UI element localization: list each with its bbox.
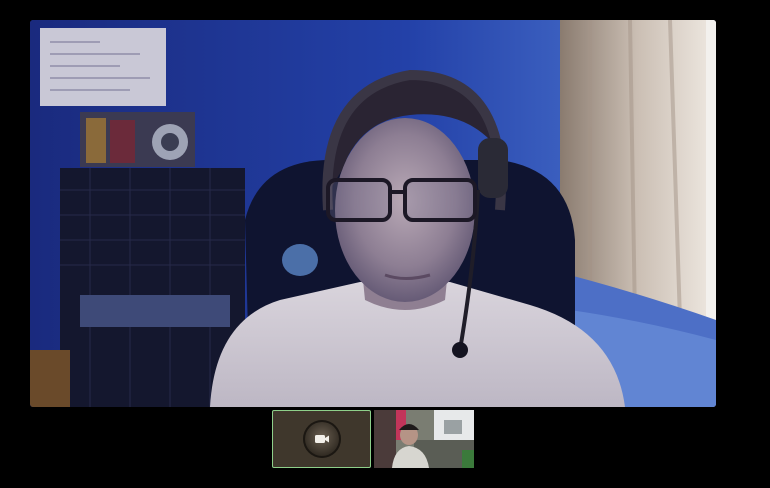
- video-call-window: [0, 0, 770, 488]
- main-video-image: [30, 20, 716, 407]
- video-camera-icon: [314, 433, 330, 445]
- participant-video-image: [374, 410, 474, 468]
- participant-thumbnails: [272, 410, 476, 468]
- participant-video-tile[interactable]: [374, 410, 474, 468]
- main-video-feed[interactable]: [30, 20, 716, 407]
- camera-off-avatar: [302, 420, 341, 458]
- self-video-tile[interactable]: [272, 410, 371, 468]
